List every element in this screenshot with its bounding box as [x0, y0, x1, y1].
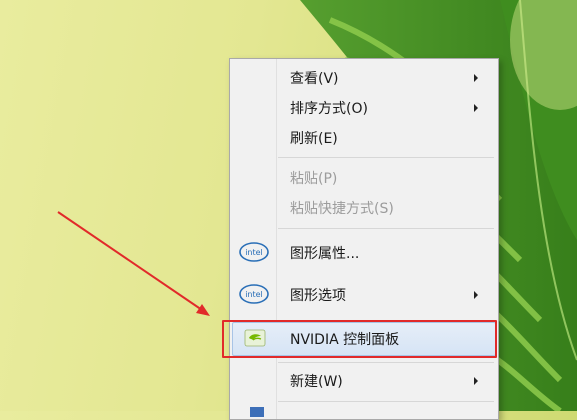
menu-item-label: 图形属性...	[290, 245, 360, 262]
submenu-arrow-icon	[474, 376, 478, 385]
menu-item-paste: 粘贴(P)	[232, 162, 496, 193]
menu-item-label: 刷新(E)	[290, 130, 338, 147]
menu-item-sort-by[interactable]: 排序方式(O)	[232, 92, 496, 123]
menu-item-paste-shortcut: 粘贴快捷方式(S)	[232, 192, 496, 223]
menu-separator	[278, 401, 494, 402]
submenu-arrow-icon	[474, 290, 478, 299]
intel-icon: intel	[239, 284, 269, 304]
svg-text:intel: intel	[245, 290, 263, 299]
menu-item-view[interactable]: 查看(V)	[232, 62, 496, 93]
menu-separator	[278, 157, 494, 158]
partial-menu-item-icon	[250, 407, 264, 417]
menu-item-label: 粘贴快捷方式(S)	[290, 200, 394, 217]
highlight-annotation-box	[222, 320, 497, 358]
svg-text:intel: intel	[245, 248, 263, 257]
menu-item-label: 图形选项	[290, 287, 346, 304]
menu-item-new[interactable]: 新建(W)	[232, 365, 496, 396]
menu-item-label: 粘贴(P)	[290, 170, 338, 187]
submenu-arrow-icon	[474, 73, 478, 82]
menu-item-refresh[interactable]: 刷新(E)	[232, 122, 496, 153]
menu-item-label: 查看(V)	[290, 70, 339, 87]
menu-separator	[278, 362, 494, 363]
intel-icon: intel	[239, 242, 269, 262]
submenu-arrow-icon	[474, 103, 478, 112]
menu-item-label: 新建(W)	[290, 373, 343, 390]
menu-separator	[278, 228, 494, 229]
menu-item-graphics-options[interactable]: intel 图形选项	[232, 279, 496, 310]
menu-item-graphics-properties[interactable]: intel 图形属性...	[232, 237, 496, 268]
context-menu: 查看(V) 排序方式(O) 刷新(E) 粘贴(P) 粘贴快捷方式(S) inte…	[229, 58, 499, 420]
menu-item-label: 排序方式(O)	[290, 100, 368, 117]
